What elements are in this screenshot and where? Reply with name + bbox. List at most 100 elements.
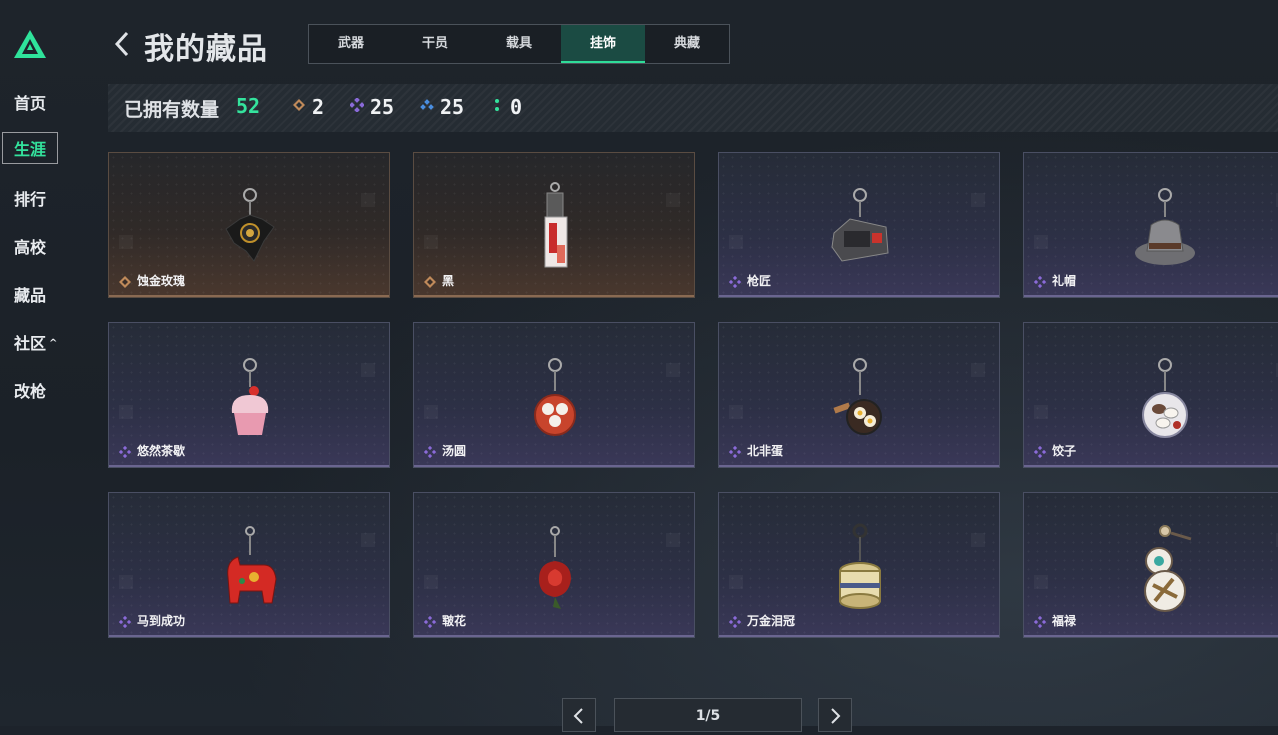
- charm-crown-box-art: [839, 523, 881, 609]
- owned-summary-bar: 已拥有数量 52 2 25 25 0: [108, 84, 1278, 132]
- card-rarity-line: [1024, 295, 1278, 297]
- sidebar-item-home[interactable]: 首页: [14, 90, 46, 114]
- sidebar-item-career[interactable]: 生涯: [2, 132, 59, 164]
- charm-name: 汤圆: [442, 444, 467, 458]
- chevron-up-icon: ^: [49, 338, 58, 349]
- charm-name: 福禄: [1052, 614, 1077, 628]
- stat-green-value: 0: [510, 95, 523, 119]
- stat-gold: 2: [292, 95, 324, 119]
- green-dots-icon: [495, 99, 499, 111]
- charm-card[interactable]: 黑: [413, 152, 695, 298]
- tab-weapons[interactable]: 武器: [309, 25, 393, 63]
- purple-rarity-icon: [1034, 446, 1046, 458]
- charm-flower-art: [539, 526, 571, 609]
- card-rarity-line: [719, 635, 999, 637]
- card-rarity-line: [109, 635, 389, 637]
- next-page-button[interactable]: [818, 698, 852, 732]
- card-decoration: [424, 405, 438, 419]
- page-indicator: 1/5: [614, 698, 802, 732]
- charm-dumplings-art: [1142, 358, 1188, 438]
- card-decoration: [1034, 405, 1048, 419]
- sidebar-item-ranking[interactable]: 排行: [14, 186, 46, 210]
- charm-card[interactable]: 汤圆: [413, 322, 695, 468]
- charm-card[interactable]: 饺子: [1023, 322, 1278, 468]
- stat-purple-value: 25: [370, 95, 395, 119]
- sidebar-item-label: 改枪: [14, 382, 47, 401]
- tab-operators[interactable]: 干员: [393, 25, 477, 63]
- chevron-right-icon: [831, 708, 841, 724]
- charm-card[interactable]: 万金泪冠: [718, 492, 1000, 638]
- charm-card[interactable]: 礼帽: [1023, 152, 1278, 298]
- card-decoration: [971, 193, 985, 207]
- sidebar-item-college[interactable]: 高校: [14, 234, 46, 258]
- owned-count: 52: [236, 94, 261, 118]
- sidebar-item-label: 首页: [14, 94, 47, 113]
- card-decoration: [119, 235, 133, 249]
- charm-black-art: [544, 182, 568, 268]
- charm-card[interactable]: 皲花: [413, 492, 695, 638]
- charm-name: 北非蛋: [747, 444, 784, 458]
- purple-rarity-icon: [1034, 276, 1046, 288]
- charm-name: 礼帽: [1052, 274, 1077, 288]
- charm-name: 悠然茶歇: [137, 444, 186, 458]
- charm-name: 枪匠: [747, 274, 772, 288]
- gold-rarity-icon: [119, 276, 131, 288]
- card-rarity-line: [719, 465, 999, 467]
- sidebar-item-label: 社区: [14, 334, 47, 353]
- tab-collections[interactable]: 典藏: [645, 25, 729, 63]
- card-rarity-line: [109, 465, 389, 467]
- charm-name: 蚀金玫瑰: [137, 274, 186, 288]
- charm-card[interactable]: 蚀金玫瑰: [108, 152, 390, 298]
- prev-page-button[interactable]: [562, 698, 596, 732]
- sidebar-item-label: 藏品: [14, 286, 47, 305]
- stat-blue-value: 25: [440, 95, 465, 119]
- purple-rarity-icon: [1034, 616, 1046, 628]
- card-decoration: [971, 363, 985, 377]
- page-title: 我的藏品: [144, 32, 268, 67]
- charm-name: 马到成功: [137, 614, 186, 628]
- card-decoration: [1034, 235, 1048, 249]
- card-rarity-line: [414, 635, 694, 637]
- charm-card[interactable]: 北非蛋: [718, 322, 1000, 468]
- stat-purple: 25: [350, 95, 394, 119]
- charm-gourd-art: [1144, 525, 1192, 612]
- charm-shakshuka-art: [833, 358, 882, 435]
- stat-green: 0: [490, 95, 522, 119]
- card-decoration: [666, 533, 680, 547]
- charm-card[interactable]: 悠然茶歇: [108, 322, 390, 468]
- charm-horse-art: [227, 526, 277, 604]
- sidebar-item-gunsmith[interactable]: 改枪: [14, 378, 46, 402]
- tab-charms[interactable]: 挂饰: [561, 25, 645, 63]
- purple-rarity-icon: [424, 616, 436, 628]
- charm-card[interactable]: 枪匠: [718, 152, 1000, 298]
- charm-name: 万金泪冠: [747, 614, 796, 628]
- owned-label: 已拥有数量: [124, 99, 220, 121]
- sidebar-item-community[interactable]: 社区 ^: [14, 330, 57, 354]
- card-decoration: [729, 405, 743, 419]
- card-rarity-line: [414, 465, 694, 467]
- charm-card[interactable]: 马到成功: [108, 492, 390, 638]
- category-tabs: 武器 干员 载具 挂饰 典藏: [308, 24, 730, 64]
- sidebar-item-label: 高校: [14, 238, 47, 257]
- sidebar-item-label: 生涯: [14, 140, 47, 159]
- purple-rarity-icon: [729, 446, 741, 458]
- app-logo-icon[interactable]: [13, 28, 47, 60]
- back-arrow-icon[interactable]: [112, 30, 132, 58]
- blue-diamond-icon: [420, 99, 434, 110]
- charm-name: 皲花: [442, 614, 467, 628]
- card-decoration: [119, 405, 133, 419]
- card-rarity-line: [109, 295, 389, 297]
- card-decoration: [424, 575, 438, 589]
- card-decoration: [424, 235, 438, 249]
- charm-rose-art: [225, 188, 275, 262]
- card-decoration: [971, 533, 985, 547]
- tab-vehicles[interactable]: 载具: [477, 25, 561, 63]
- card-rarity-line: [1024, 635, 1278, 637]
- purple-rarity-icon: [729, 276, 741, 288]
- card-rarity-line: [1024, 465, 1278, 467]
- sidebar-item-collection[interactable]: 藏品: [14, 282, 46, 306]
- charm-name: 饺子: [1052, 444, 1077, 458]
- charm-tangyuan-art: [534, 358, 576, 436]
- card-decoration: [1034, 575, 1048, 589]
- charm-card[interactable]: 福禄: [1023, 492, 1278, 638]
